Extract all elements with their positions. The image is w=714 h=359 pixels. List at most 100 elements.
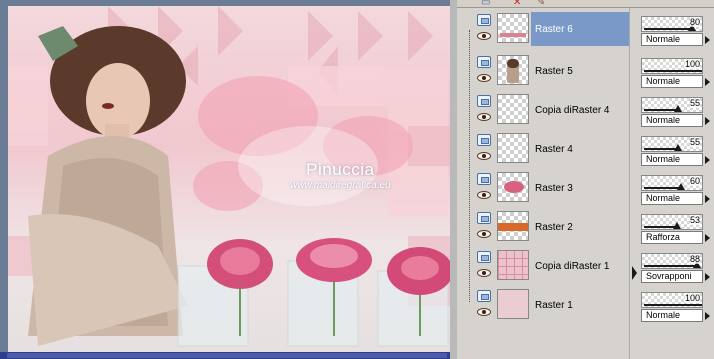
blend-mode-select[interactable]: Normale <box>641 33 703 46</box>
blend-mode-select[interactable]: Normale <box>641 309 703 322</box>
layer-name-wrap: Raster 4 <box>531 132 629 166</box>
opacity-slider[interactable]: 60 <box>641 175 703 191</box>
opacity-slider[interactable]: 53 <box>641 214 703 230</box>
opacity-value: 55 <box>689 137 700 147</box>
horizontal-scrollbar[interactable] <box>0 352 457 359</box>
layer-row-raster-2[interactable]: Raster 2 <box>471 208 629 246</box>
blend-arrow-icon[interactable] <box>705 273 710 281</box>
blend-mode-select[interactable]: Sovrapponi <box>641 270 703 283</box>
layer-name-wrap: Raster 3 <box>531 171 629 205</box>
opacity-value: 60 <box>689 176 700 186</box>
layer-props-raster-6: 80 Normale <box>639 10 714 48</box>
blend-arrow-icon[interactable] <box>705 312 710 320</box>
opacity-value: 100 <box>684 59 700 69</box>
opacity-value: 55 <box>689 98 700 108</box>
blend-mode-select[interactable]: Normale <box>641 192 703 205</box>
blend-mode-select[interactable]: Rafforza <box>641 231 703 244</box>
opacity-slider[interactable]: 80 <box>641 16 703 32</box>
blend-arrow-icon[interactable] <box>705 195 710 203</box>
raster-layer-icon <box>477 14 491 26</box>
blend-mode-select[interactable]: Normale <box>641 114 703 127</box>
layer-name-wrap: Raster 1 <box>531 288 629 322</box>
visibility-eye-icon[interactable] <box>477 152 491 160</box>
layers-panel: Raster 6 Raster 5 Copia diRaster 4 Raste… <box>457 8 629 359</box>
layer-row-raster-6[interactable]: Raster 6 <box>471 10 629 48</box>
opacity-slider[interactable]: 55 <box>641 136 703 152</box>
opacity-slider-knob[interactable] <box>673 222 681 229</box>
layer-thumbnail <box>497 289 529 319</box>
layer-props-raster-1: 100 Normale <box>639 286 714 324</box>
layer-toolbar: ▭ ✕ ✎ <box>457 0 714 8</box>
opacity-slider[interactable]: 55 <box>641 97 703 113</box>
layer-row-raster-3[interactable]: Raster 3 <box>471 169 629 207</box>
layer-row-copia-raster-1[interactable]: Copia diRaster 1 <box>471 247 629 285</box>
layer-row-raster-5[interactable]: Raster 5 <box>471 52 629 90</box>
panel-splitter[interactable] <box>629 8 639 359</box>
layer-tree-line <box>469 30 470 302</box>
opacity-value: 80 <box>689 17 700 27</box>
edit-layer-icon[interactable]: ✎ <box>537 0 545 8</box>
opacity-slider-fill <box>644 148 676 150</box>
layer-thumbnail <box>497 211 529 241</box>
layer-thumbnail <box>497 13 529 43</box>
layer-props-raster-2: 53 Rafforza <box>639 208 714 246</box>
opacity-slider-fill <box>644 265 695 267</box>
visibility-eye-icon[interactable] <box>477 269 491 277</box>
opacity-slider[interactable]: 100 <box>641 292 703 308</box>
layer-name-highlight: Raster 6 <box>531 12 629 46</box>
opacity-value: 100 <box>684 293 700 303</box>
visibility-eye-icon[interactable] <box>477 32 491 40</box>
raster-layer-icon <box>477 95 491 107</box>
raster-layer-icon <box>477 173 491 185</box>
visibility-eye-icon[interactable] <box>477 191 491 199</box>
visibility-eye-icon[interactable] <box>477 230 491 238</box>
opacity-slider-knob[interactable] <box>674 105 682 112</box>
visibility-eye-icon[interactable] <box>477 74 491 82</box>
opacity-slider-fill <box>644 109 676 111</box>
layer-props-raster-4: 55 Normale <box>639 130 714 168</box>
blend-arrow-icon[interactable] <box>705 36 710 44</box>
image-canvas[interactable]: Pinuccia www.maidiregrafica.eu <box>8 6 450 352</box>
layer-row-raster-4[interactable]: Raster 4 <box>471 130 629 168</box>
blend-mode-select[interactable]: Normale <box>641 153 703 166</box>
blend-arrow-icon[interactable] <box>705 234 710 242</box>
opacity-slider-knob[interactable] <box>677 183 685 190</box>
new-layer-icon[interactable]: ▭ <box>481 0 490 8</box>
opacity-slider-fill <box>644 187 679 189</box>
watermark-title: Pinuccia <box>306 160 375 179</box>
blend-arrow-icon[interactable] <box>705 78 710 86</box>
delete-layer-icon[interactable]: ✕ <box>513 0 521 8</box>
layer-thumbnail <box>497 250 529 280</box>
layer-props-copia-raster-1: 88 Sovrapponi <box>639 247 714 285</box>
opacity-slider[interactable]: 100 <box>641 58 703 74</box>
layer-name: Raster 1 <box>535 300 573 311</box>
blend-mode-select[interactable]: Normale <box>641 75 703 88</box>
layer-thumbnail <box>497 94 529 124</box>
blend-arrow-icon[interactable] <box>705 156 710 164</box>
layer-properties: 80 Normale 100 Normale 55 Normale 55 Nor… <box>639 8 714 359</box>
layer-thumbnail <box>497 172 529 202</box>
canvas-frame: Pinuccia www.maidiregrafica.eu <box>0 0 457 359</box>
layer-props-raster-3: 60 Normale <box>639 169 714 207</box>
visibility-eye-icon[interactable] <box>477 113 491 121</box>
layer-row-copia-raster-4[interactable]: Copia diRaster 4 <box>471 91 629 129</box>
opacity-slider-knob[interactable] <box>674 144 682 151</box>
raster-layer-icon <box>477 212 491 224</box>
layer-props-copia-raster-4: 55 Normale <box>639 91 714 129</box>
watermark-url: www.maidiregrafica.eu <box>290 180 391 191</box>
layer-props-raster-5: 100 Normale <box>639 52 714 90</box>
raster-layer-icon <box>477 56 491 68</box>
layer-name-wrap: Copia diRaster 4 <box>531 93 629 127</box>
opacity-slider-fill <box>644 70 702 72</box>
layer-row-raster-1[interactable]: Raster 1 <box>471 286 629 324</box>
opacity-value: 53 <box>689 215 700 225</box>
opacity-slider-fill <box>644 226 675 228</box>
scrollbar-thumb[interactable] <box>7 353 447 358</box>
layer-name-wrap: Raster 2 <box>531 210 629 244</box>
collapse-arrow-icon[interactable] <box>632 266 637 280</box>
visibility-eye-icon[interactable] <box>477 308 491 316</box>
opacity-slider[interactable]: 88 <box>641 253 703 269</box>
opacity-slider-fill <box>644 304 702 306</box>
raster-layer-icon <box>477 290 491 302</box>
blend-arrow-icon[interactable] <box>705 117 710 125</box>
